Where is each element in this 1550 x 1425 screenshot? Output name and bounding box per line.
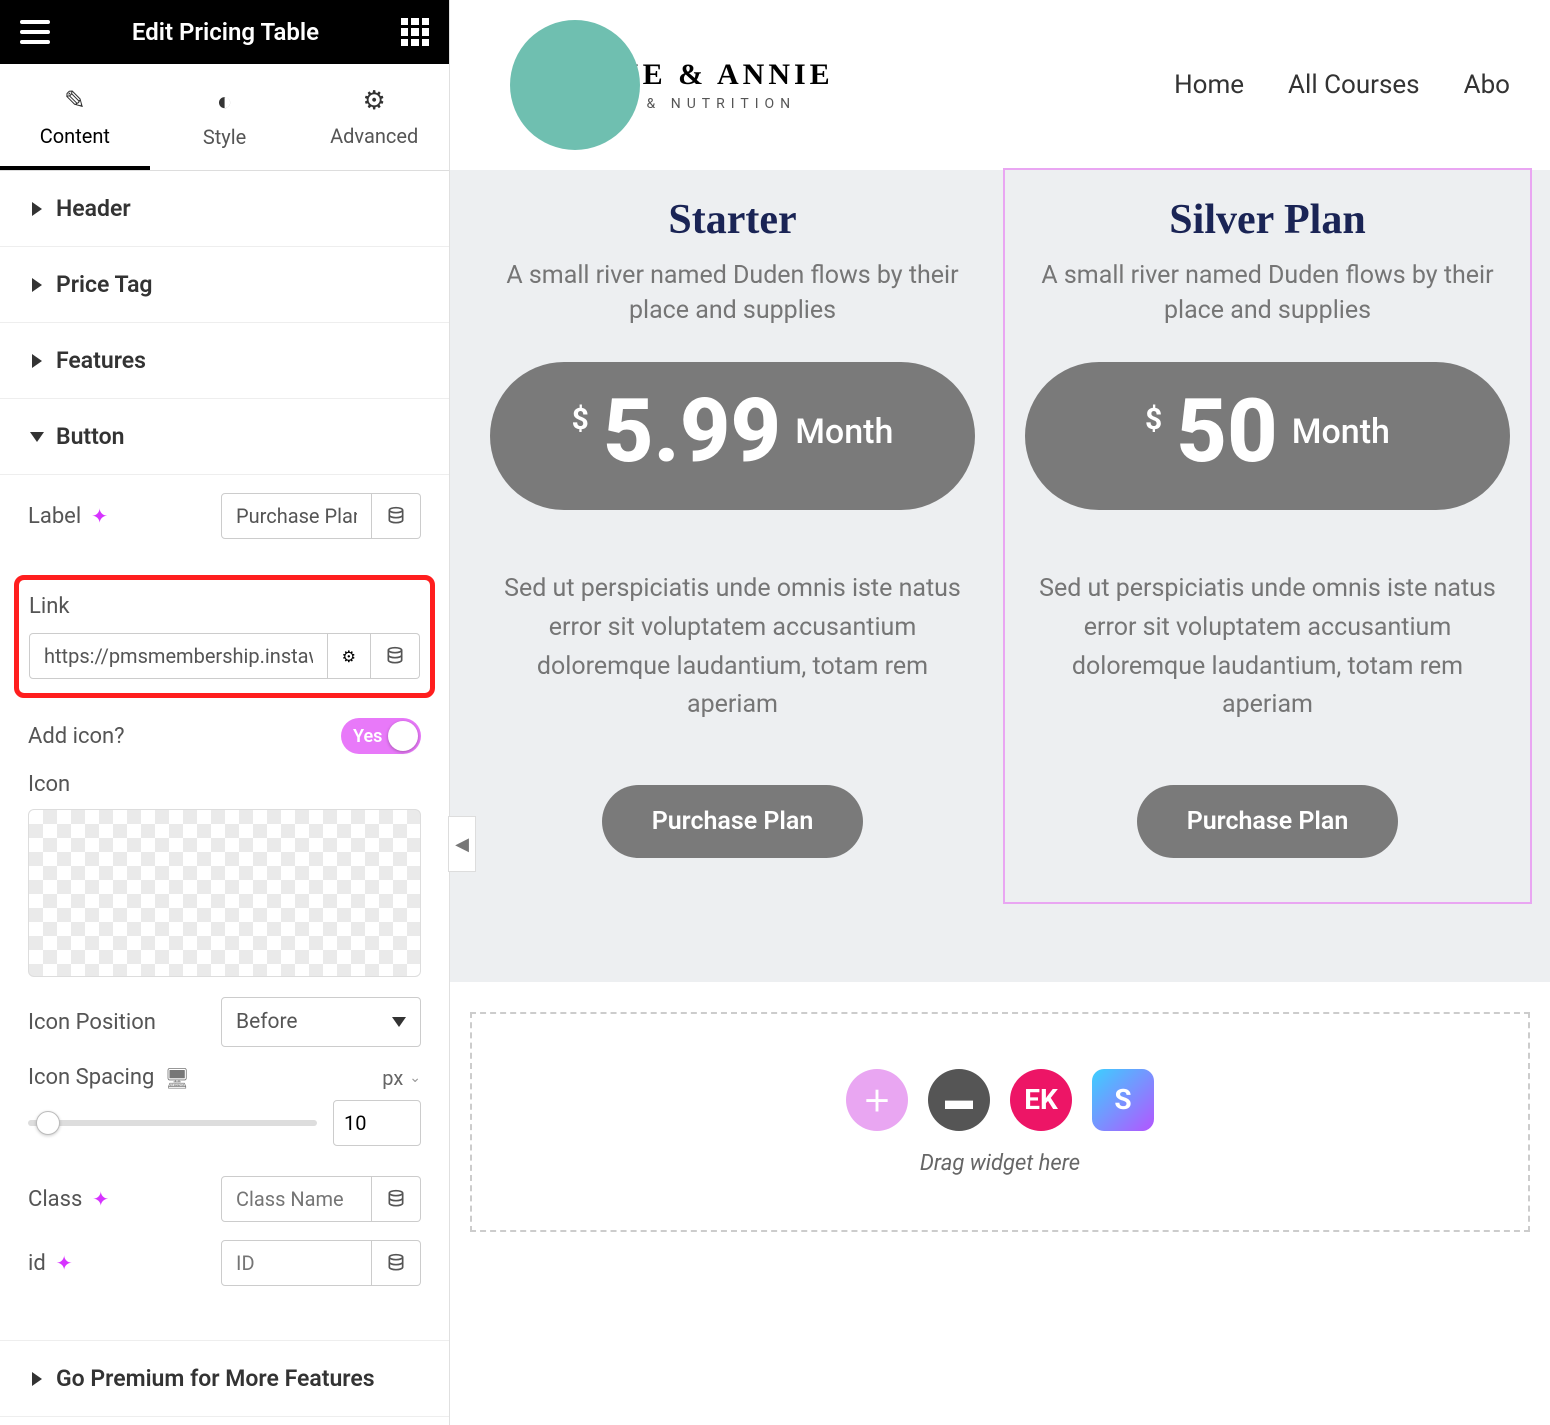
section-header[interactable]: Header — [0, 171, 449, 247]
dynamic-tags-button[interactable] — [371, 633, 420, 679]
tab-style[interactable]: ◐ Style — [150, 64, 300, 170]
menu-icon[interactable] — [20, 20, 50, 44]
widget-icons: ＋ ▬ EK S — [846, 1069, 1154, 1131]
editor-tabs: ✎ Content ◐ Style ⚙ Advanced — [0, 64, 449, 171]
caret-down-icon — [30, 432, 44, 442]
chevron-down-icon — [392, 1017, 406, 1027]
icon-spacing-label: Icon Spacing 🖥 — [28, 1065, 190, 1090]
price-pill: $ 50 Month — [1025, 362, 1510, 510]
purchase-button[interactable]: Purchase Plan — [602, 785, 864, 858]
site-nav: Home All Courses Abo — [1174, 70, 1510, 100]
plan-body: Sed ut perspiciatis unde omnis iste natu… — [1025, 570, 1510, 725]
add-icon-label: Add icon? — [28, 724, 125, 749]
pencil-icon: ✎ — [0, 86, 150, 116]
database-icon — [385, 646, 405, 666]
preview-canvas: ◀ JAMIE & ANNIE HEALTH & NUTRITION Home … — [450, 0, 1550, 1425]
label-label: Label✦ — [28, 504, 108, 529]
plan-title: Starter — [490, 196, 975, 244]
section-premium[interactable]: Go Premium for More Features — [0, 1340, 449, 1417]
pricing-card-starter[interactable]: Starter A small river named Duden flows … — [470, 170, 995, 902]
plan-desc: A small river named Duden flows by their… — [490, 258, 975, 328]
sidebar-title: Edit Pricing Table — [132, 18, 319, 46]
dynamic-tags-button[interactable] — [372, 1240, 421, 1286]
gear-icon: ⚙ — [299, 86, 449, 116]
class-label: Class✦ — [28, 1187, 109, 1212]
plan-desc: A small river named Duden flows by their… — [1025, 258, 1510, 328]
logo-circle — [510, 20, 640, 150]
button-controls: Label✦ — [0, 475, 449, 575]
dynamic-tags-button[interactable] — [372, 493, 421, 539]
unit-selector[interactable]: px⌄ — [382, 1066, 421, 1090]
database-icon — [386, 506, 406, 526]
section-button[interactable]: Button — [0, 399, 449, 475]
ai-sparkle-icon[interactable]: ✦ — [56, 1251, 73, 1275]
link-input[interactable] — [29, 633, 328, 679]
panel-body: Header Price Tag Features Button Label✦ … — [0, 171, 449, 1425]
widget-drop-zone[interactable]: ＋ ▬ EK S Drag widget here — [470, 1012, 1530, 1232]
gear-icon: ⚙ — [342, 647, 356, 666]
section-price-tag[interactable]: Price Tag — [0, 247, 449, 323]
responsive-icon[interactable]: 🖥 — [164, 1066, 189, 1090]
link-control-highlight: Link ⚙ — [14, 575, 435, 698]
nav-link-home[interactable]: Home — [1174, 70, 1244, 100]
tab-content[interactable]: ✎ Content — [0, 64, 150, 170]
plan-body: Sed ut perspiciatis unde omnis iste natu… — [490, 570, 975, 725]
section-features[interactable]: Features — [0, 323, 449, 399]
icon-position-label: Icon Position — [28, 1010, 156, 1035]
link-options-button[interactable]: ⚙ — [328, 633, 371, 679]
ek-widget-button[interactable]: EK — [1010, 1069, 1072, 1131]
price-pill: $ 5.99 Month — [490, 362, 975, 510]
ai-sparkle-icon[interactable]: ✦ — [91, 504, 108, 528]
contrast-icon: ◐ — [150, 86, 300, 117]
purchase-button[interactable]: Purchase Plan — [1137, 785, 1399, 858]
caret-icon — [32, 1372, 42, 1386]
sidebar-header: Edit Pricing Table — [0, 0, 449, 64]
tab-advanced[interactable]: ⚙ Advanced — [299, 64, 449, 170]
caret-icon — [32, 202, 42, 216]
caret-icon — [32, 354, 42, 368]
chevron-down-icon: ⌄ — [409, 1070, 421, 1086]
nav-link-courses[interactable]: All Courses — [1288, 70, 1420, 100]
s-widget-button[interactable]: S — [1092, 1069, 1154, 1131]
id-input[interactable] — [221, 1240, 372, 1286]
icon-picker[interactable] — [28, 809, 421, 977]
plus-icon: ＋ — [863, 1080, 891, 1120]
id-label: id✦ — [28, 1251, 73, 1276]
link-label: Link — [29, 594, 420, 619]
icon-position-select[interactable]: Before — [221, 997, 421, 1047]
nav-link-about[interactable]: Abo — [1464, 70, 1510, 100]
ai-sparkle-icon[interactable]: ✦ — [92, 1187, 109, 1211]
folder-widget-button[interactable]: ▬ — [928, 1069, 990, 1131]
add-widget-button[interactable]: ＋ — [846, 1069, 908, 1131]
label-input[interactable] — [221, 493, 372, 539]
site-header: JAMIE & ANNIE HEALTH & NUTRITION Home Al… — [450, 0, 1550, 170]
drop-hint: Drag widget here — [920, 1151, 1080, 1176]
collapse-panel-button[interactable]: ◀ — [448, 816, 476, 872]
pricing-cards: Starter A small river named Duden flows … — [450, 170, 1550, 982]
folder-icon: ▬ — [945, 1083, 973, 1116]
add-icon-toggle[interactable]: Yes — [341, 718, 421, 754]
class-input[interactable] — [221, 1176, 372, 1222]
site-logo[interactable]: JAMIE & ANNIE HEALTH & NUTRITION — [510, 20, 834, 150]
plan-title: Silver Plan — [1025, 196, 1510, 244]
database-icon — [386, 1253, 406, 1273]
icon-label: Icon — [28, 772, 421, 797]
database-icon — [386, 1189, 406, 1209]
dynamic-tags-button[interactable] — [372, 1176, 421, 1222]
editor-sidebar: Edit Pricing Table ✎ Content ◐ Style ⚙ A… — [0, 0, 450, 1425]
icon-spacing-input[interactable] — [333, 1100, 421, 1146]
pricing-card-silver[interactable]: Silver Plan A small river named Duden fl… — [1005, 170, 1530, 902]
icon-spacing-slider[interactable] — [28, 1120, 317, 1126]
caret-icon — [32, 278, 42, 292]
apps-icon[interactable] — [401, 18, 429, 46]
